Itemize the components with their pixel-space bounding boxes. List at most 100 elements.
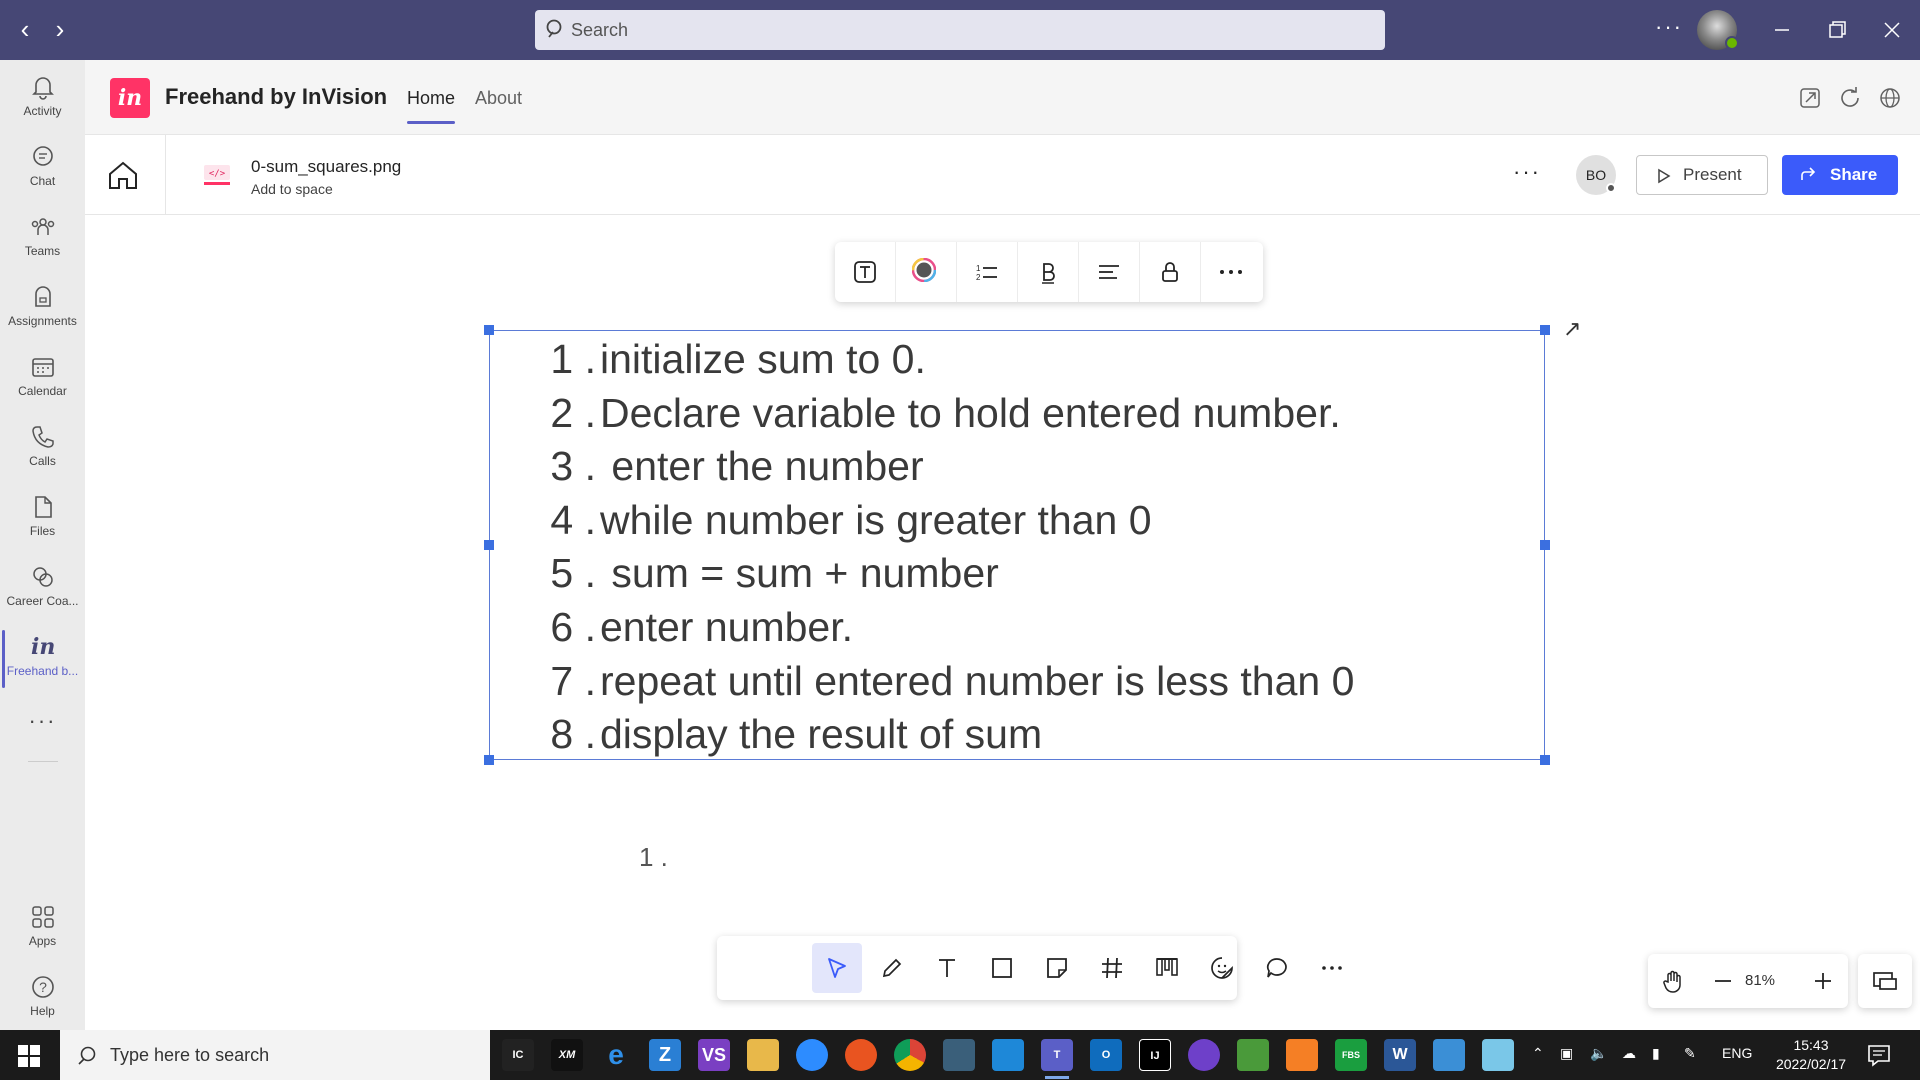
windows-start-icon[interactable] xyxy=(18,1045,40,1067)
whiteboard-canvas[interactable]: 12 1 .initialize sum to 0. 2 .Declare va… xyxy=(85,216,1920,1030)
sticker-tool[interactable] xyxy=(1197,943,1247,993)
rail-item-activity[interactable]: Activity xyxy=(0,64,85,134)
bell-icon xyxy=(31,77,54,100)
tab-home[interactable]: Home xyxy=(407,88,456,124)
vscode-icon[interactable] xyxy=(992,1039,1024,1071)
zoom-icon[interactable] xyxy=(796,1039,828,1071)
present-button[interactable]: Present xyxy=(1636,155,1768,195)
lock-button[interactable] xyxy=(1140,242,1201,302)
resize-handle[interactable] xyxy=(1540,755,1550,765)
rail-item-files[interactable]: Files xyxy=(0,484,85,554)
file-name[interactable]: 0-sum_squares.png xyxy=(251,157,401,177)
kanban-icon xyxy=(1156,958,1178,976)
popout-icon[interactable] xyxy=(1796,84,1824,112)
rail-item-help[interactable]: ? Help xyxy=(0,964,85,1034)
image-app-icon[interactable] xyxy=(1237,1039,1269,1071)
rail-item-teams[interactable]: Teams xyxy=(0,204,85,274)
notifications-icon[interactable] xyxy=(1866,1042,1892,1068)
comment-tool[interactable] xyxy=(1252,943,1302,993)
github-icon[interactable] xyxy=(1188,1039,1220,1071)
more-apps-icon[interactable]: ··· xyxy=(0,708,85,734)
ubuntu-icon[interactable] xyxy=(845,1039,877,1071)
share-button[interactable]: Share xyxy=(1782,155,1898,195)
globe-icon[interactable] xyxy=(1876,84,1904,112)
resize-handle[interactable] xyxy=(484,755,494,765)
more-options-icon[interactable]: ··· xyxy=(1655,14,1683,40)
rail-item-freehand[interactable]: in Freehand b... xyxy=(0,624,85,694)
refresh-icon[interactable] xyxy=(1836,84,1864,112)
visual-studio-icon[interactable]: VS xyxy=(698,1039,730,1071)
collaborator-avatar[interactable]: BO xyxy=(1576,155,1616,195)
tab-about[interactable]: About xyxy=(475,88,522,109)
more-options-icon[interactable]: ··· xyxy=(1513,159,1541,185)
rail-item-assignments[interactable]: Assignments xyxy=(0,274,85,344)
pen-tray-icon[interactable]: ✎ xyxy=(1684,1045,1696,1062)
add-to-space-link[interactable]: Add to space xyxy=(251,181,333,197)
pan-hand-button[interactable] xyxy=(1648,954,1698,1008)
text-tool[interactable] xyxy=(922,943,972,993)
zoom-level[interactable]: 81% xyxy=(1745,972,1775,989)
more-tools[interactable] xyxy=(1307,943,1357,993)
shape-tool[interactable] xyxy=(977,943,1027,993)
resize-handle[interactable] xyxy=(484,325,494,335)
numbered-list-button[interactable]: 12 xyxy=(957,242,1018,302)
back-arrow-icon[interactable]: ‹ xyxy=(10,14,40,44)
pen-tool[interactable] xyxy=(867,943,917,993)
language-indicator[interactable]: ENG xyxy=(1722,1045,1752,1061)
grid-tool[interactable] xyxy=(1087,943,1137,993)
search-bar[interactable] xyxy=(535,10,1385,50)
volume-icon[interactable]: 🔈 xyxy=(1590,1045,1607,1062)
align-button[interactable] xyxy=(1079,242,1140,302)
edge-icon[interactable]: e xyxy=(600,1039,632,1071)
resize-handle[interactable] xyxy=(1540,540,1550,550)
home-icon[interactable] xyxy=(105,157,141,193)
rail-item-calendar[interactable]: Calendar xyxy=(0,344,85,414)
intellij-icon[interactable]: IJ xyxy=(1139,1039,1171,1071)
rail-item-career-coach[interactable]: Career Coa... xyxy=(0,554,85,624)
fbs-app-icon[interactable]: FBS xyxy=(1335,1039,1367,1071)
outlook-icon[interactable]: O xyxy=(1090,1039,1122,1071)
rail-item-calls[interactable]: Calls xyxy=(0,414,85,484)
minimize-icon[interactable] xyxy=(1762,10,1802,50)
word-icon[interactable]: W xyxy=(1384,1039,1416,1071)
rail-item-apps[interactable]: Apps xyxy=(0,894,85,964)
more-format-options[interactable] xyxy=(1201,242,1262,302)
forward-arrow-icon[interactable]: › xyxy=(45,14,75,44)
chevron-up-icon[interactable]: ⌃ xyxy=(1532,1045,1544,1062)
text-style-button[interactable] xyxy=(835,242,896,302)
zoom-in-button[interactable] xyxy=(1798,954,1848,1008)
xm-app-icon[interactable]: XM xyxy=(551,1039,583,1071)
user-avatar[interactable] xyxy=(1697,10,1739,50)
onedrive-icon[interactable]: ☁ xyxy=(1622,1045,1636,1062)
zoom-out-button[interactable] xyxy=(1698,954,1748,1008)
system-clock[interactable]: 15:43 2022/02/17 xyxy=(1766,1036,1856,1074)
search-input[interactable] xyxy=(571,10,1371,50)
note-app-icon[interactable] xyxy=(1482,1039,1514,1071)
rail-item-chat[interactable]: Chat xyxy=(0,134,85,204)
xampp-icon[interactable] xyxy=(1286,1039,1318,1071)
teams-app-icon[interactable]: T xyxy=(1041,1039,1073,1079)
bold-button[interactable] xyxy=(1018,242,1079,302)
battery-icon[interactable]: ▮ xyxy=(1652,1045,1660,1062)
taskbar-search[interactable]: Type here to search xyxy=(60,1030,490,1080)
stock-app-icon[interactable]: IC xyxy=(502,1039,534,1071)
database-tool-icon[interactable] xyxy=(943,1039,975,1071)
expand-arrow-icon[interactable]: ↗ xyxy=(1563,316,1581,342)
close-icon[interactable] xyxy=(1872,10,1912,50)
select-tool[interactable] xyxy=(812,943,862,993)
minimap-button[interactable] xyxy=(1858,954,1912,1008)
resize-handle[interactable] xyxy=(1540,325,1550,335)
empty-list-marker[interactable]: 1 . xyxy=(639,842,668,873)
z-app-icon[interactable]: Z xyxy=(649,1039,681,1071)
restore-icon[interactable] xyxy=(1817,10,1857,50)
chrome-icon[interactable] xyxy=(894,1039,926,1071)
network-icon[interactable]: ▣ xyxy=(1560,1045,1573,1062)
kanban-tool[interactable] xyxy=(1142,943,1192,993)
resize-handle[interactable] xyxy=(484,540,494,550)
file-explorer-icon[interactable] xyxy=(747,1039,779,1071)
color-picker-button[interactable] xyxy=(896,242,957,302)
selected-text-box[interactable]: 1 .initialize sum to 0. 2 .Declare varia… xyxy=(484,325,1550,765)
color-wheel-icon xyxy=(912,258,936,282)
sticky-note-tool[interactable] xyxy=(1032,943,1082,993)
photos-icon[interactable] xyxy=(1433,1039,1465,1071)
